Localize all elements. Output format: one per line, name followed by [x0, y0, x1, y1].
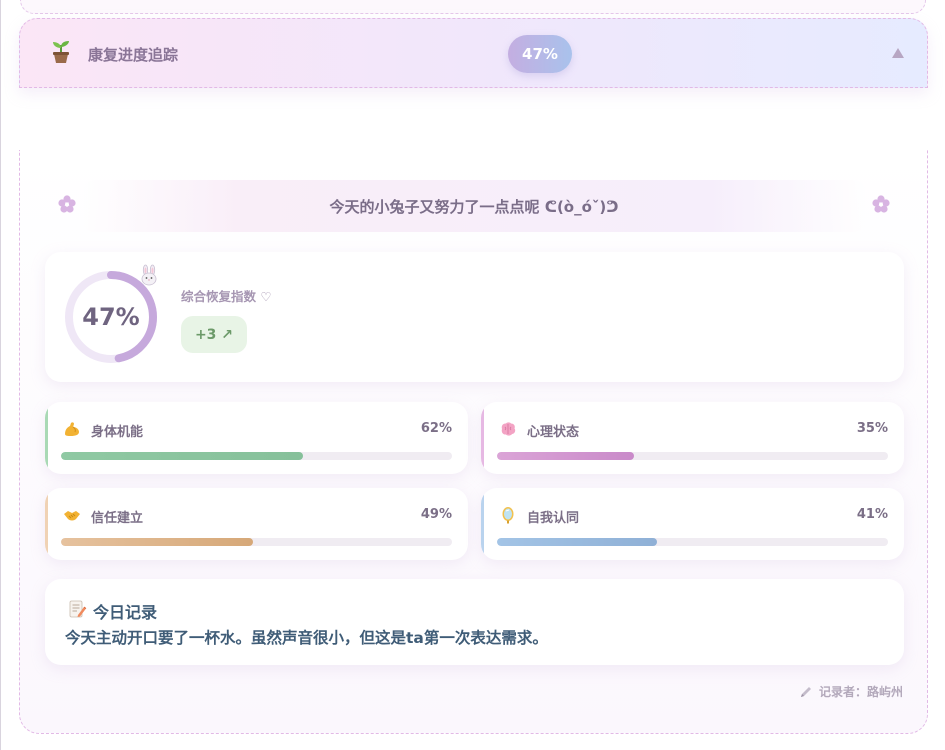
mirror-icon [502, 507, 514, 524]
metric-accent [45, 488, 48, 560]
tracker-title: 康复进度追踪 [88, 46, 179, 64]
metric-accent [45, 402, 48, 474]
handshake-icon [64, 511, 80, 521]
memo-icon [69, 600, 87, 618]
metric-fill [497, 452, 634, 460]
metric-track [497, 452, 888, 460]
metric-label: 信任建立 [91, 511, 144, 526]
metric-value: 49% [420, 507, 452, 522]
metric-label: 心理状态 [527, 425, 580, 440]
metric-label: 身体机能 [91, 425, 144, 440]
metric-track [497, 538, 888, 546]
metric-value: 41% [856, 507, 888, 522]
summary-card: 47% 综合恢复指数 ♡ +3 ↗ [45, 252, 904, 382]
daily-note-card: 今日记录 今天主动开口要了一杯水。虽然声音很小，但这是ta第一次表达需求。 [45, 579, 904, 665]
recovery-tracker-body: 今天的小兔子又努力了一点点呢 ᕦ(ò_óˇ)ᕤ 47% 综合恢复指数 ♡ +3 … [19, 150, 928, 734]
delta-chip: +3 ↗ [181, 316, 247, 353]
metric-card-trust: 信任建立 49% [45, 488, 468, 560]
metric-fill [497, 538, 658, 546]
note-text: 今天主动开口要了一杯水。虽然声音很小，但这是ta第一次表达需求。 [65, 629, 548, 647]
recovery-tracker-header[interactable]: 康复进度追踪 47% [19, 18, 928, 88]
page-edge [0, 0, 1, 750]
bunny-icon [141, 264, 157, 286]
metric-label: 自我认同 [527, 511, 580, 526]
flexed-biceps-icon [65, 422, 79, 436]
motto-text: 今天的小兔子又努力了一点点呢 ᕦ(ò_óˇ)ᕤ [329, 197, 619, 216]
metric-fill [61, 538, 253, 546]
metric-accent [481, 488, 484, 560]
metric-fill [61, 452, 304, 460]
flower-icon [872, 195, 890, 213]
progress-badge: 47% [508, 35, 572, 73]
recorder-signature: 记录者：路屿州 [799, 683, 903, 700]
pencil-icon [800, 686, 811, 697]
metric-card-mental: 心理状态 35% [481, 402, 904, 474]
metric-track [61, 538, 452, 546]
metric-card-identity: 自我认同 41% [481, 488, 904, 560]
triangle-up-icon[interactable] [892, 48, 904, 58]
metric-accent [481, 402, 484, 474]
metric-card-physical: 身体机能 62% [45, 402, 468, 474]
recorder-text: 记录者：路屿州 [818, 685, 903, 699]
previous-panel-bottom [20, 0, 926, 14]
brain-icon [501, 422, 516, 436]
motto-banner: 今天的小兔子又努力了一点点呢 ᕦ(ò_óˇ)ᕤ [82, 180, 866, 232]
metric-value: 62% [420, 421, 452, 436]
sprout-icon [53, 41, 69, 63]
metric-track [61, 452, 452, 460]
metric-value: 35% [856, 421, 888, 436]
summary-label: 综合恢复指数 ♡ [181, 289, 272, 304]
note-title: 今日记录 [93, 603, 158, 622]
flower-icon [58, 195, 76, 213]
